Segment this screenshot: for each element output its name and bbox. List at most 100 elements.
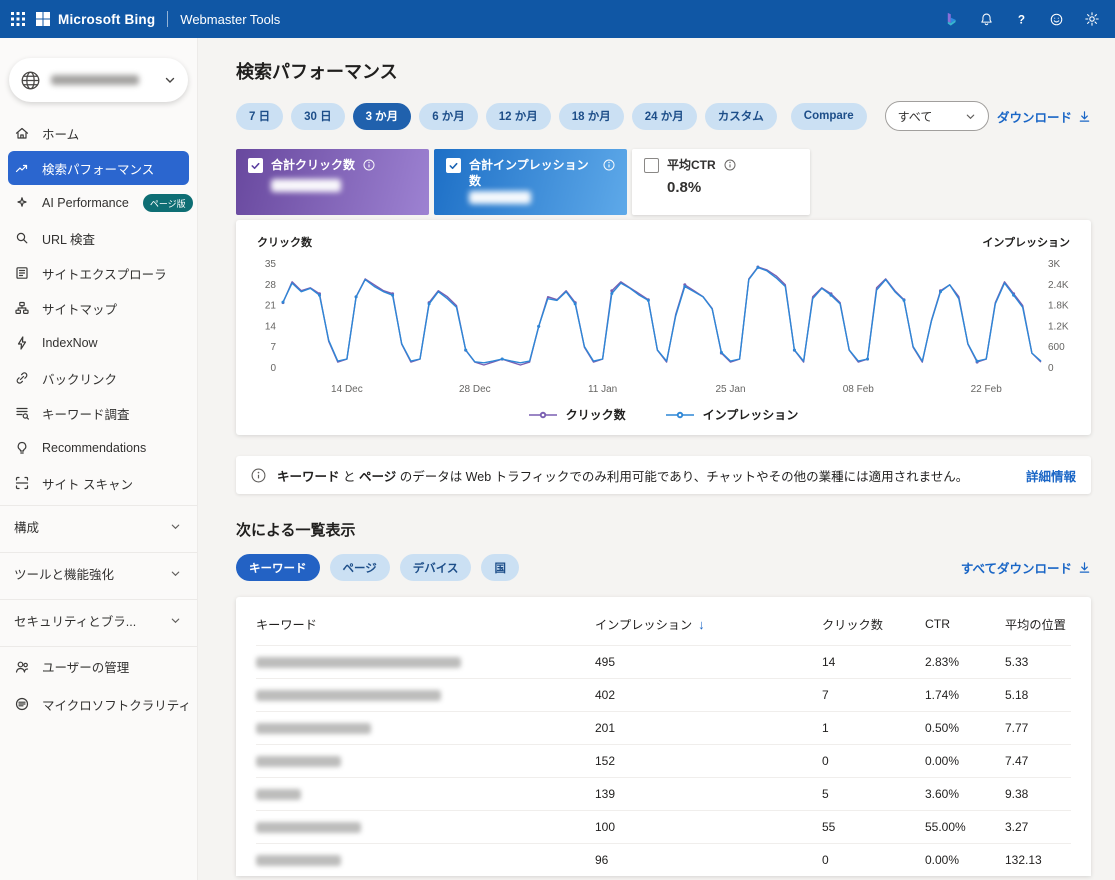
compare-button[interactable]: Compare	[791, 103, 867, 130]
performance-arrow-icon	[14, 160, 30, 176]
date-range-controls: 7 日 30 日 3 か月 6 か月 12 か月 18 か月 24 か月 カスタ…	[236, 101, 1091, 131]
indexnow-bolt-icon	[14, 335, 30, 351]
range-30d[interactable]: 30 日	[291, 103, 345, 130]
total-impressions-card[interactable]: 合計インプレッション数	[434, 149, 627, 215]
download-icon	[1078, 110, 1091, 123]
keyword-research-icon	[14, 405, 30, 421]
svg-text:22 Feb: 22 Feb	[971, 384, 1003, 395]
microsoft-logo-icon	[36, 12, 50, 26]
keyword-cell-blurred[interactable]	[256, 789, 595, 800]
table-row: 100 55 55.00% 3.27	[256, 810, 1071, 843]
sidebar-nav: ホーム 検索パフォーマンス AI Performance ページ版 URL 検査…	[0, 116, 197, 721]
globe-icon	[19, 69, 42, 92]
sidebar-item-backlinks[interactable]: バックリンク	[8, 361, 189, 395]
info-icon	[724, 159, 736, 171]
blurred-clicks-total	[271, 179, 341, 192]
info-icon	[363, 159, 375, 171]
chevron-down-icon	[170, 521, 181, 532]
table-row: 495 14 2.83% 5.33	[256, 645, 1071, 678]
range-24m[interactable]: 24 か月	[632, 103, 697, 130]
download-button[interactable]: ダウンロード	[997, 107, 1091, 126]
tab-pages[interactable]: ページ	[330, 554, 390, 581]
sidebar-item-user-management[interactable]: ユーザーの管理	[0, 646, 197, 686]
site-selector-dropdown[interactable]	[9, 58, 188, 102]
col-avg-position[interactable]: 平均の位置	[1005, 615, 1071, 633]
learn-more-link[interactable]: 詳細情報	[1026, 466, 1076, 485]
svg-text:28 Dec: 28 Dec	[459, 384, 491, 395]
ctr-checkbox[interactable]	[644, 158, 659, 173]
range-18m[interactable]: 18 か月	[559, 103, 624, 130]
sidebar-item-sitemaps[interactable]: サイトマップ	[8, 291, 189, 325]
sidebar-item-home[interactable]: ホーム	[8, 116, 189, 150]
col-ctr[interactable]: CTR	[925, 617, 1005, 631]
tab-keywords[interactable]: キーワード	[236, 554, 320, 581]
svg-text:600: 600	[1048, 342, 1065, 353]
settings-gear-icon[interactable]	[1076, 4, 1107, 35]
tab-devices[interactable]: デバイス	[400, 554, 472, 581]
clicks-checkbox[interactable]	[248, 158, 263, 173]
keyword-cell-blurred[interactable]	[256, 855, 595, 866]
sidebar-item-url-inspection[interactable]: URL 検査	[8, 221, 189, 255]
dimension-tabs: キーワード ページ デバイス 国 すべてダウンロード	[236, 554, 1091, 581]
impressions-checkbox[interactable]	[446, 158, 461, 173]
notifications-bell-icon[interactable]	[971, 4, 1002, 35]
app-name: Webmaster Tools	[180, 12, 280, 27]
range-7d[interactable]: 7 日	[236, 103, 283, 130]
sidebar-group-tools-enhancements[interactable]: ツールと機能強化	[0, 552, 197, 594]
average-ctr-card[interactable]: 平均CTR 0.8%	[632, 149, 810, 215]
magnifier-icon	[14, 230, 30, 246]
download-all-button[interactable]: すべてダウンロード	[961, 558, 1091, 577]
tab-countries[interactable]: 国	[481, 554, 519, 581]
sort-desc-icon: ↓	[698, 617, 705, 632]
range-12m[interactable]: 12 か月	[486, 103, 551, 130]
site-explorer-icon	[14, 265, 30, 281]
keywords-table-card: キーワード インプレッション↓ クリック数 CTR 平均の位置 495 14 2…	[236, 597, 1091, 876]
info-icon	[251, 468, 266, 483]
feedback-smiley-icon[interactable]	[1041, 4, 1072, 35]
lightbulb-icon	[14, 440, 30, 456]
blurred-impressions-total	[469, 191, 531, 204]
range-3m[interactable]: 3 か月	[353, 103, 412, 130]
total-clicks-card[interactable]: 合計クリック数	[236, 149, 429, 215]
right-axis-title: インプレッション	[982, 234, 1070, 250]
download-icon	[1078, 561, 1091, 574]
sidebar-item-indexnow[interactable]: IndexNow	[8, 326, 189, 360]
chevron-down-icon	[170, 568, 181, 579]
average-ctr-value: 0.8%	[667, 179, 798, 196]
keyword-cell-blurred[interactable]	[256, 657, 595, 668]
keyword-cell-blurred[interactable]	[256, 756, 595, 767]
svg-text:28: 28	[265, 280, 277, 291]
col-keyword[interactable]: キーワード	[256, 615, 595, 633]
sidebar-group-configuration[interactable]: 構成	[0, 505, 197, 547]
table-row: 402 7 1.74% 5.18	[256, 678, 1071, 711]
traffic-filter-select[interactable]: すべて	[885, 101, 989, 131]
sidebar-item-keyword-research[interactable]: キーワード調査	[8, 396, 189, 430]
col-clicks[interactable]: クリック数	[822, 615, 925, 633]
sidebar-group-security[interactable]: セキュリティとブラ...	[0, 599, 197, 641]
bing-color-logo-icon[interactable]	[936, 4, 967, 35]
banner-message: キーワード と ページ のデータは Web トラフィックでのみ利用可能であり、チ…	[277, 466, 1015, 485]
help-icon[interactable]: ?	[1006, 4, 1037, 35]
legend-clicks[interactable]: クリック数	[529, 406, 626, 423]
topbar-actions: ?	[936, 4, 1107, 35]
sidebar-item-site-scan[interactable]: サイト スキャン	[8, 466, 189, 500]
keyword-cell-blurred[interactable]	[256, 690, 595, 701]
svg-text:14 Dec: 14 Dec	[331, 384, 363, 395]
legend-impressions[interactable]: インプレッション	[666, 406, 799, 423]
brand-lockup[interactable]: Microsoft Bing Webmaster Tools	[36, 11, 280, 27]
list-section-title: 次による一覧表示	[236, 519, 1091, 540]
range-custom[interactable]: カスタム	[705, 103, 777, 130]
sidebar-item-ai-performance[interactable]: AI Performance ページ版	[8, 186, 189, 220]
sidebar-item-site-explorer[interactable]: サイトエクスプローラ	[8, 256, 189, 290]
col-impressions-sorted[interactable]: インプレッション↓	[595, 615, 822, 633]
range-6m[interactable]: 6 か月	[419, 103, 478, 130]
app-launcher-waffle-icon[interactable]	[0, 0, 36, 38]
keyword-cell-blurred[interactable]	[256, 822, 595, 833]
sidebar-item-recommendations[interactable]: Recommendations	[8, 431, 189, 465]
keyword-cell-blurred[interactable]	[256, 723, 595, 734]
ai-sparkle-icon	[14, 195, 30, 211]
sidebar-item-microsoft-clarity[interactable]: マイクロソフトクラリティ	[8, 687, 189, 721]
svg-text:3K: 3K	[1048, 259, 1061, 270]
sidebar-item-search-performance[interactable]: 検索パフォーマンス	[8, 151, 189, 185]
table-row: 139 5 3.60% 9.38	[256, 777, 1071, 810]
